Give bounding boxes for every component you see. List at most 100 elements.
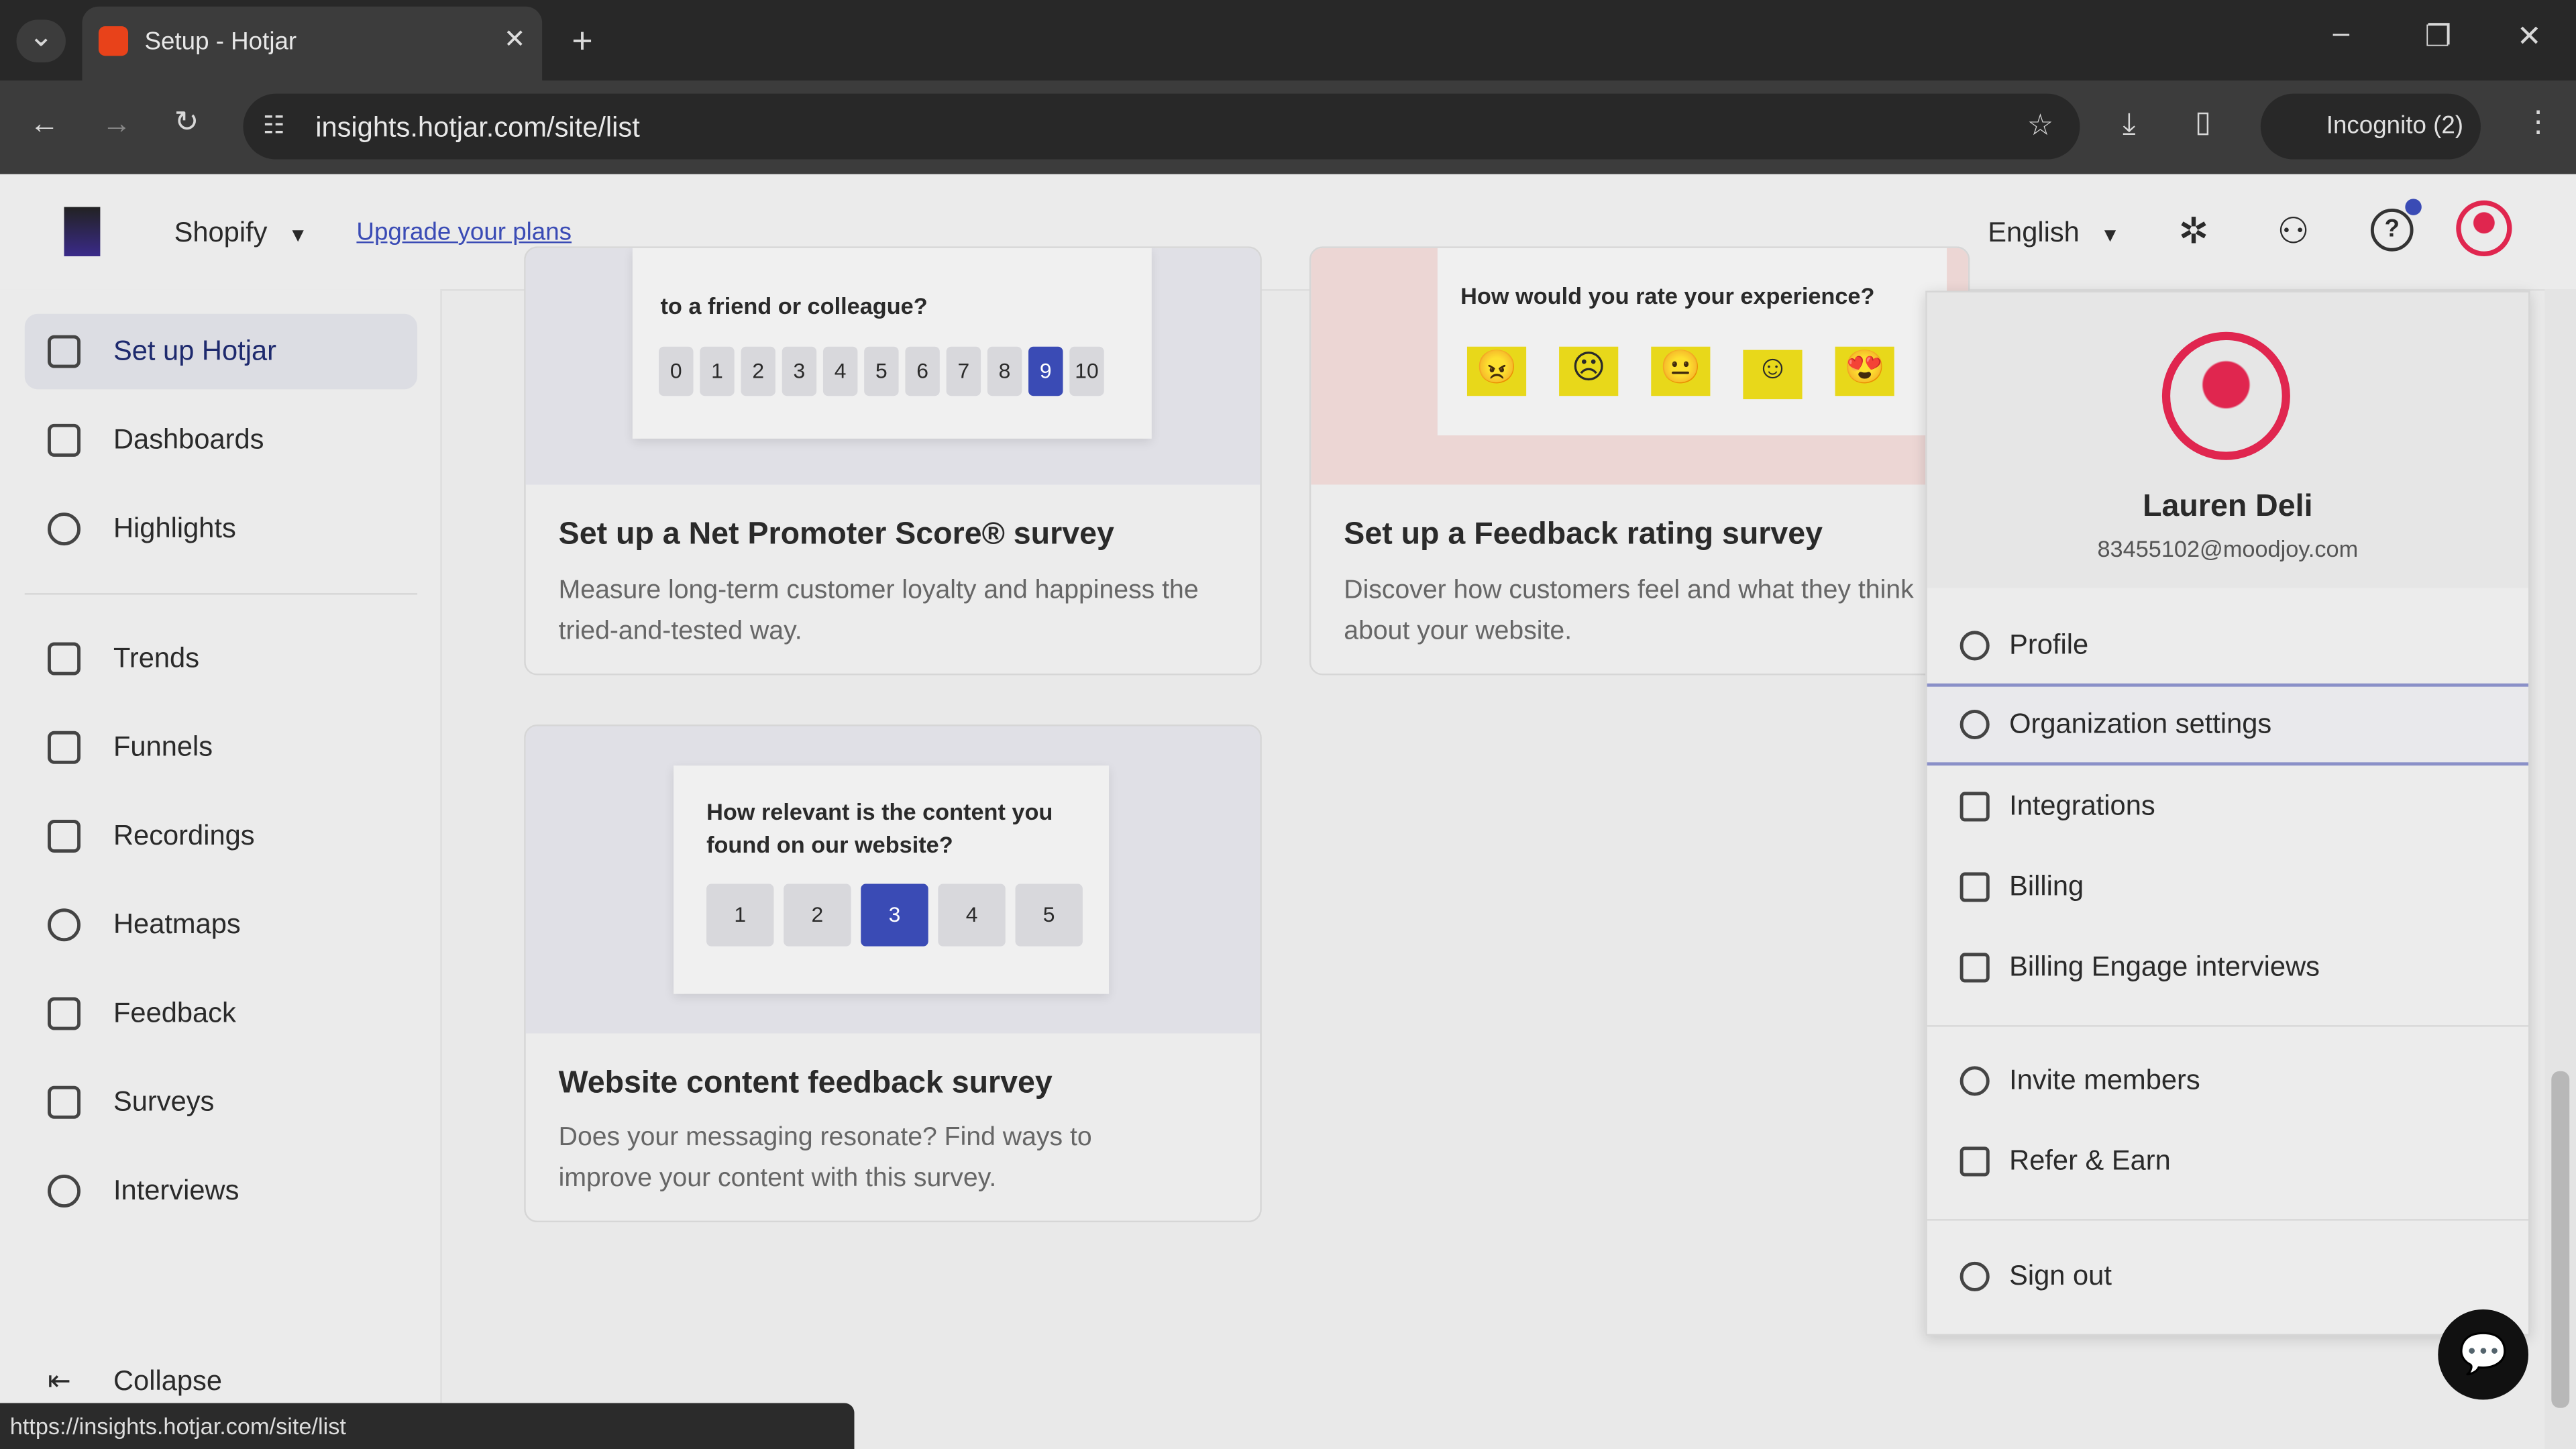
- language-label: English: [1988, 217, 2080, 248]
- sidebar-item-funnels[interactable]: Funnels: [25, 710, 417, 786]
- scale-option: 0: [659, 346, 694, 396]
- heatmaps-icon: [48, 908, 81, 942]
- surveys-icon: [48, 1085, 81, 1119]
- neutral-emoji-icon: 😐: [1651, 346, 1711, 396]
- divider: [1927, 1025, 2529, 1027]
- scale-option: 10: [1069, 346, 1104, 396]
- preview-question: How relevant is the content you found on…: [706, 798, 1053, 858]
- scale-option: 5: [1015, 883, 1083, 947]
- chevron-down-icon: ▼: [288, 223, 308, 247]
- lightbulb-icon: [48, 513, 81, 546]
- love-emoji-icon: 😍: [1835, 346, 1894, 396]
- browser-tab[interactable]: Setup - Hotjar ✕: [82, 6, 543, 81]
- feedback-rating-card[interactable]: How would you rate your experience? 😠 ☹ 😐 ☺…: [1309, 246, 1970, 676]
- download-icon[interactable]: ⤓: [2123, 107, 2136, 141]
- close-window-icon[interactable]: ✕: [2517, 19, 2542, 54]
- forward-icon[interactable]: →: [102, 107, 131, 141]
- scale-option: 1: [706, 883, 774, 947]
- new-tab-icon[interactable]: +: [572, 19, 592, 62]
- card-preview: How would you rate your experience? 😠 ☹ 😐 ☺…: [1311, 248, 1968, 485]
- tab-title: Setup - Hotjar: [144, 28, 297, 56]
- card-title: Set up a Feedback rating survey: [1344, 517, 1823, 552]
- notification-dot: [2405, 199, 2422, 215]
- minimize-icon[interactable]: –: [2333, 16, 2350, 50]
- menu-item-billing-engage[interactable]: Billing Engage interviews: [1927, 928, 2528, 1008]
- close-tab-icon[interactable]: ✕: [504, 23, 526, 56]
- chat-widget-button[interactable]: 💬: [2438, 1309, 2529, 1400]
- menu-item-profile[interactable]: Profile: [1927, 606, 2528, 686]
- invite-user-icon[interactable]: ⚇: [2277, 210, 2309, 253]
- upgrade-link[interactable]: Upgrade your plans: [356, 219, 572, 247]
- label: Integrations: [2009, 790, 2155, 822]
- sidebar: Set up Hotjar Dashboards Highlights Tren…: [0, 289, 442, 1449]
- back-icon[interactable]: ←: [30, 107, 59, 141]
- label: Recordings: [113, 820, 255, 851]
- sidebar-item-trends[interactable]: Trends: [25, 621, 417, 697]
- scale-option: 4: [938, 883, 1006, 947]
- label: Billing: [2009, 870, 2084, 902]
- side-panel-icon[interactable]: ▯: [2195, 105, 2211, 140]
- help-icon[interactable]: ?: [2370, 209, 2414, 252]
- sidebar-item-interviews[interactable]: Interviews: [25, 1153, 417, 1229]
- sidebar-item-heatmaps[interactable]: Heatmaps: [25, 887, 417, 963]
- preview-question: How would you rate your experience?: [1460, 282, 1875, 309]
- reload-icon[interactable]: ↻: [174, 105, 199, 140]
- label: Refer & Earn: [2009, 1144, 2171, 1177]
- divider: [1927, 1219, 2529, 1221]
- sidebar-item-recordings[interactable]: Recordings: [25, 798, 417, 874]
- incognito-label: Incognito (2): [2326, 111, 2464, 140]
- content-feedback-card[interactable]: How relevant is the content you found on…: [524, 724, 1262, 1223]
- label: Invite members: [2009, 1064, 2200, 1096]
- card-description: Does your messaging resonate? Find ways …: [558, 1124, 1092, 1193]
- label: Funnels: [113, 731, 213, 763]
- menu-item-sign-out[interactable]: Sign out: [1927, 1237, 2528, 1316]
- profile-icon: [1960, 631, 1990, 661]
- scale-option: 8: [987, 346, 1022, 396]
- sidebar-item-feedback[interactable]: Feedback: [25, 976, 417, 1052]
- preview-question: to a friend or colleague?: [660, 292, 928, 319]
- label: Set up Hotjar: [113, 335, 277, 367]
- browser-toolbar: ← → ↻ ☷ insights.hotjar.com/site/list ☆ …: [0, 80, 2576, 174]
- nps-scale: 0 1 2 3 4 5 6 7 8 9 10: [659, 346, 1110, 396]
- menu-item-billing[interactable]: Billing: [1927, 848, 2528, 927]
- language-selector[interactable]: English ▼: [1988, 217, 2120, 250]
- billing-icon: [1960, 953, 1990, 983]
- scale-option: 9: [1028, 346, 1063, 396]
- collapse-icon: ⇤: [48, 1365, 71, 1397]
- sidebar-item-surveys[interactable]: Surveys: [25, 1065, 417, 1140]
- card-title: Set up a Net Promoter Score® survey: [558, 517, 1114, 552]
- scale-option: 2: [741, 346, 775, 396]
- site-info-icon[interactable]: ☷: [263, 110, 285, 140]
- sidebar-item-setup[interactable]: Set up Hotjar: [24, 313, 418, 390]
- menu-item-organization-settings[interactable]: Organization settings: [1927, 683, 2529, 766]
- interviews-icon: [48, 1175, 81, 1208]
- restore-icon[interactable]: ❐: [2425, 19, 2452, 54]
- incognito-badge[interactable]: Incognito (2): [2260, 93, 2481, 160]
- tab-bar: ⌄ Setup - Hotjar ✕ + – ❐ ✕: [0, 0, 2576, 81]
- status-bar-url: https://insights.hotjar.com/site/list: [0, 1403, 855, 1449]
- menu-icon[interactable]: ⋮: [2524, 105, 2553, 140]
- scrollbar[interactable]: [2544, 289, 2576, 1449]
- menu-item-invite-members[interactable]: Invite members: [1927, 1042, 2528, 1121]
- user-avatar[interactable]: [2456, 200, 2512, 257]
- integrations-puzzle-icon[interactable]: ✲: [2178, 210, 2208, 253]
- menu-item-integrations[interactable]: Integrations: [1927, 767, 2528, 847]
- emoji-scale: 😠 ☹ 😐 ☺ 😍: [1466, 346, 1894, 400]
- scale-option: 2: [784, 883, 851, 947]
- card-preview: How relevant is the content you found on…: [525, 726, 1260, 1034]
- nps-survey-card[interactable]: to a friend or colleague? 0 1 2 3 4 5 6 7 8 9 10 S…: [524, 246, 1262, 676]
- label: Organization settings: [2009, 708, 2272, 740]
- sidebar-item-dashboards[interactable]: Dashboards: [25, 402, 417, 478]
- address-bar[interactable]: ☷ insights.hotjar.com/site/list ☆: [243, 93, 2080, 160]
- sidebar-item-highlights[interactable]: Highlights: [25, 491, 417, 567]
- label: Trends: [113, 642, 200, 674]
- menu-item-refer-earn[interactable]: Refer & Earn: [1927, 1122, 2528, 1201]
- tab-search-button[interactable]: ⌄: [16, 19, 66, 63]
- bookmark-star-icon[interactable]: ☆: [2027, 109, 2054, 143]
- happy-emoji-icon: ☺: [1743, 350, 1803, 400]
- scrollbar-thumb[interactable]: [2551, 1071, 2570, 1408]
- angry-emoji-icon: 😠: [1466, 346, 1527, 396]
- site-selector[interactable]: Shopify ▼: [174, 217, 308, 250]
- scale-option: 7: [946, 346, 981, 396]
- scale-option: 3: [782, 346, 817, 396]
